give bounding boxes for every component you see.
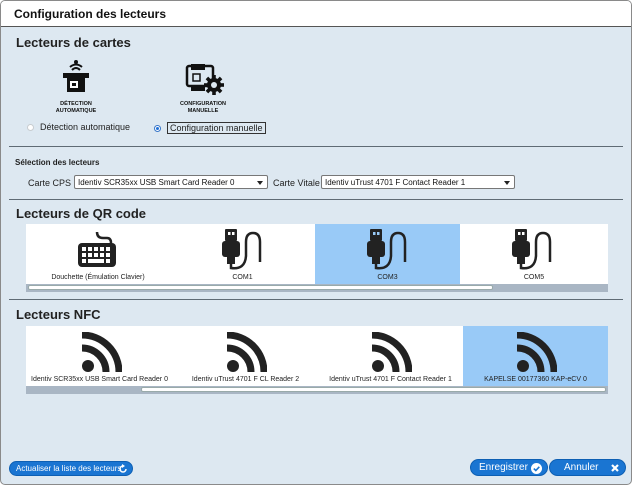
- chevron-down-icon: [504, 181, 510, 185]
- keyboard-icon: [78, 231, 116, 267]
- auto-detect-option[interactable]: DÉTECTION AUTOMATIQUE: [51, 59, 101, 114]
- qr-reader-list: Douchette (Émulation Clavier) COM1 COM3: [26, 224, 608, 292]
- check-circle-icon: [531, 463, 542, 474]
- radio-manual-config-circle[interactable]: [154, 124, 161, 132]
- vitale-reader-select[interactable]: Identiv uTrust 4701 F Contact Reader 1: [321, 175, 515, 189]
- nfc-reader-list: Identiv SCR35xx USB Smart Card Reader 0 …: [26, 326, 608, 394]
- cancel-label: Annuler: [564, 462, 599, 473]
- radio-auto-detect-label[interactable]: Détection automatique: [40, 122, 130, 132]
- usb-plug-icon: [222, 229, 262, 270]
- radio-manual-config[interactable]: Configuration manuelle: [154, 122, 266, 134]
- qr-scrollbar[interactable]: [26, 284, 608, 292]
- nfc-item[interactable]: Identiv uTrust 4701 F CL Reader 2: [173, 326, 318, 386]
- close-icon: [611, 464, 619, 472]
- radio-manual-config-label[interactable]: Configuration manuelle: [167, 122, 266, 134]
- nfc-item[interactable]: Identiv uTrust 4701 F Contact Reader 1: [318, 326, 463, 386]
- wifi-signal-icon: [226, 332, 267, 373]
- radio-auto-detect-circle[interactable]: [27, 123, 34, 131]
- title-bar: Configuration des lecteurs: [1, 1, 631, 27]
- refresh-readers-label: Actualiser la liste des lecteurs: [16, 464, 122, 473]
- usb-plug-icon: [367, 229, 407, 270]
- wifi-signal-icon: [81, 332, 122, 373]
- wifi-signal-icon: [371, 332, 412, 373]
- nfc-scrollbar-thumb[interactable]: [141, 387, 606, 392]
- refresh-readers-button[interactable]: Actualiser la liste des lecteurs: [9, 461, 133, 476]
- save-label: Enregistrer: [479, 462, 528, 473]
- qr-item-label: COM5: [523, 274, 545, 281]
- divider: [9, 146, 623, 147]
- qr-item-label: COM1: [232, 274, 253, 281]
- nfc-item-label: KAPELSE 00177360 KAP-eCV 0: [484, 376, 587, 383]
- reader-config-dialog: Configuration des lecteurs Lecteurs de c…: [0, 0, 632, 485]
- nfc-item-label: Identiv uTrust 4701 F CL Reader 2: [191, 376, 300, 383]
- nfc-item-label: Identiv uTrust 4701 F Contact Reader 1: [329, 376, 452, 383]
- qr-item-label: COM3: [377, 274, 398, 281]
- vitale-label: Carte Vitale: [273, 178, 320, 188]
- nfc-item-selected[interactable]: KAPELSE 00177360 KAP-eCV 0: [463, 326, 608, 386]
- cps-reader-value: Identiv SCR35xx USB Smart Card Reader 0: [78, 178, 235, 187]
- manual-config-caption-2: MANUELLE: [187, 108, 219, 114]
- divider: [9, 199, 623, 200]
- qr-scrollbar-thumb[interactable]: [28, 285, 493, 290]
- reader-selection-title: Sélection des lecteurs: [15, 158, 100, 167]
- auto-detect-caption-2: AUTOMATIQUE: [55, 108, 97, 114]
- refresh-icon: [119, 464, 127, 473]
- qr-item-com3[interactable]: COM3: [315, 224, 460, 284]
- save-button[interactable]: Enregistrer: [470, 459, 548, 476]
- qr-item-com5[interactable]: COM5: [460, 224, 608, 284]
- chevron-down-icon: [257, 181, 263, 185]
- manual-config-caption-1: CONFIGURATION: [179, 101, 227, 107]
- nfc-item[interactable]: Identiv SCR35xx USB Smart Card Reader 0: [26, 326, 173, 386]
- cps-reader-select[interactable]: Identiv SCR35xx USB Smart Card Reader 0: [74, 175, 268, 189]
- vitale-reader-value: Identiv uTrust 4701 F Contact Reader 1: [325, 178, 466, 187]
- nfc-readers-title: Lecteurs NFC: [16, 307, 101, 322]
- cancel-button[interactable]: Annuler: [549, 459, 626, 476]
- radio-auto-detect[interactable]: Détection automatique: [27, 122, 130, 132]
- qr-item-label: Douchette (Émulation Clavier): [51, 274, 145, 281]
- nfc-item-label: Identiv SCR35xx USB Smart Card Reader 0: [31, 376, 168, 383]
- manual-config-option[interactable]: CONFIGURATION MANUELLE: [175, 63, 231, 114]
- wifi-signal-icon: [516, 332, 557, 373]
- nfc-scrollbar[interactable]: [26, 386, 608, 394]
- divider: [9, 299, 623, 300]
- qr-readers-title: Lecteurs de QR code: [16, 206, 147, 221]
- usb-plug-icon: [512, 229, 552, 270]
- qr-item-keyboard[interactable]: Douchette (Émulation Clavier): [26, 224, 170, 284]
- auto-detect-caption-1: DÉTECTION: [60, 101, 92, 107]
- card-readers-title: Lecteurs de cartes: [16, 35, 131, 50]
- qr-item-com1[interactable]: COM1: [170, 224, 315, 284]
- cps-label: Carte CPS: [28, 178, 72, 188]
- manual-config-reader-icon: [185, 64, 224, 95]
- dialog-title: Configuration des lecteurs: [14, 7, 167, 21]
- auto-detect-reader-icon: [63, 60, 89, 92]
